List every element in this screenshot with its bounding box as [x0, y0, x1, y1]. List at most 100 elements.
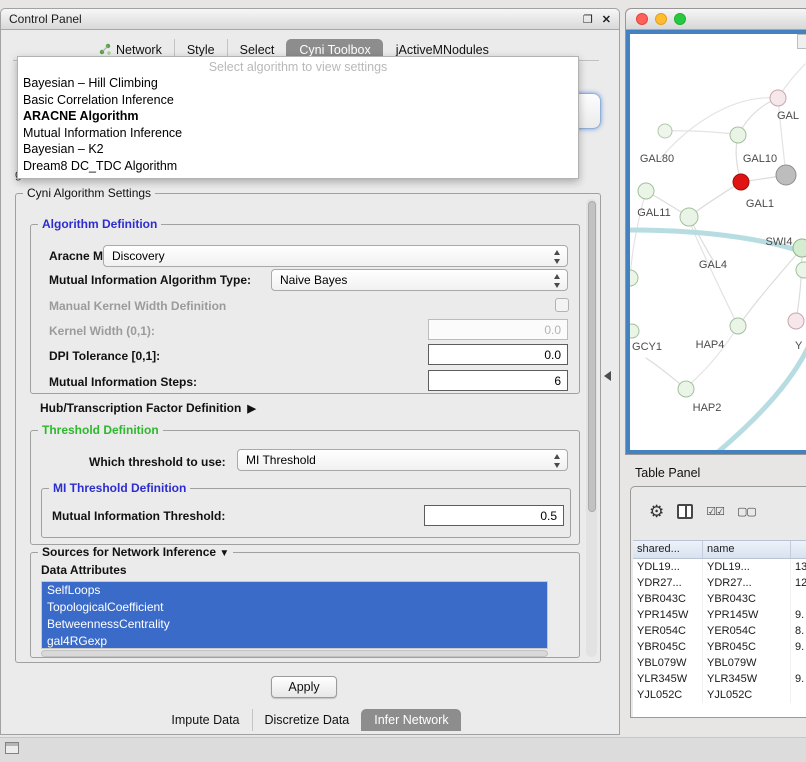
data-attributes-list[interactable]: SelfLoopsTopologicalCoefficientBetweenne…: [41, 581, 548, 649]
network-node[interactable]: [796, 262, 806, 278]
select-checked-icon[interactable]: ☑☑: [706, 505, 724, 518]
which-threshold-value: MI Threshold: [246, 453, 316, 467]
zoom-traffic-light-icon[interactable]: [674, 13, 686, 25]
network-node[interactable]: [730, 127, 746, 143]
network-edge: [740, 248, 802, 324]
algorithm-option[interactable]: Basic Correlation Inference: [18, 92, 578, 109]
table-row[interactable]: YPR145WYPR145W9.: [633, 607, 806, 623]
which-threshold-label: Which threshold to use:: [89, 455, 226, 469]
network-node[interactable]: [770, 90, 786, 106]
attribute-item[interactable]: TopologicalCoefficient: [42, 599, 547, 616]
settings-scrollbar[interactable]: [586, 199, 597, 657]
network-node[interactable]: [733, 174, 749, 190]
mi-steps-field[interactable]: 6: [428, 370, 568, 391]
table-cell: 9.: [791, 639, 806, 655]
network-node[interactable]: [630, 270, 638, 286]
column-header[interactable]: [791, 541, 806, 558]
network-view-window: GALGAL80GAL10GAL11GAL1SWI4GAL4GCY1HAP4YH…: [625, 8, 806, 455]
attribute-item[interactable]: gal4RGexp: [42, 633, 547, 649]
algorithm-option[interactable]: Mutual Information Inference: [18, 125, 578, 142]
algorithm-option[interactable]: Bayesian – Hill Climbing: [18, 75, 578, 92]
table-row[interactable]: YLR345WYLR345W9.: [633, 671, 806, 687]
table-cell: YDL19...: [703, 559, 791, 575]
table-cell: YBL079W: [703, 655, 791, 671]
algorithm-definition-group: Algorithm Definition Aracne Mode: Discov…: [30, 224, 580, 394]
table-cell: YPR145W: [703, 607, 791, 623]
network-node[interactable]: [678, 381, 694, 397]
tab-discretize-data[interactable]: Discretize Data: [252, 709, 362, 731]
control-panel-window: Control Panel ❐ ✕ NetworkStyleSelectCyni…: [0, 8, 620, 735]
network-canvas[interactable]: GALGAL80GAL10GAL11GAL1SWI4GAL4GCY1HAP4YH…: [630, 34, 806, 450]
maximize-icon[interactable]: ❐: [583, 13, 593, 26]
mi-threshold-field[interactable]: 0.5: [424, 505, 564, 526]
mi-algorithm-type-combo[interactable]: Naive Bayes: [271, 269, 568, 291]
node-table: shared...name YDL19...YDL19...13YDR27...…: [633, 540, 806, 717]
algorithm-option[interactable]: ARACNE Algorithm: [18, 108, 578, 125]
split-collapse-arrow-icon[interactable]: [604, 371, 611, 381]
table-cell: 13: [791, 559, 806, 575]
table-cell: YDR27...: [703, 575, 791, 591]
manual-kernel-width-checkbox[interactable]: [555, 298, 569, 312]
close-icon[interactable]: ✕: [602, 13, 611, 26]
apply-button[interactable]: Apply: [271, 676, 337, 698]
network-node[interactable]: [793, 239, 806, 257]
kernel-width-field[interactable]: 0.0: [428, 319, 568, 340]
dpi-tolerance-field[interactable]: 0.0: [428, 344, 568, 365]
node-label: HAP4: [696, 339, 725, 351]
combo-arrows-icon: [552, 249, 563, 265]
minimize-traffic-light-icon[interactable]: [655, 13, 667, 25]
table-row[interactable]: YBR045CYBR045C9.: [633, 639, 806, 655]
table-cell: YDR27...: [633, 575, 703, 591]
mi-threshold-label: Mutual Information Threshold:: [52, 509, 225, 523]
network-node[interactable]: [788, 313, 804, 329]
table-cell: YER054C: [703, 623, 791, 639]
table-row[interactable]: YBR043CYBR043C: [633, 591, 806, 607]
tab-infer-network[interactable]: Infer Network: [361, 709, 460, 731]
manual-kernel-width-label: Manual Kernel Width Definition: [49, 299, 226, 313]
which-threshold-combo[interactable]: MI Threshold: [237, 449, 568, 471]
tab-impute-data[interactable]: Impute Data: [159, 709, 251, 731]
table-row[interactable]: YER054CYER054C8.: [633, 623, 806, 639]
network-node[interactable]: [776, 165, 796, 185]
control-panel-titlebar[interactable]: Control Panel ❐ ✕: [1, 9, 619, 30]
tab-label: Select: [240, 43, 275, 57]
attributes-horizontal-scrollbar[interactable]: [41, 650, 548, 657]
column-header[interactable]: name: [703, 541, 791, 558]
network-node[interactable]: [638, 183, 654, 199]
network-edge: [665, 131, 735, 134]
node-label: Y: [795, 340, 803, 352]
algorithm-option[interactable]: Bayesian – K2: [18, 141, 578, 158]
attributes-vertical-scrollbar[interactable]: [550, 581, 560, 649]
hub-tf-definition-toggle[interactable]: Hub/Transcription Factor Definition▶: [40, 401, 256, 415]
threshold-definition-group: Threshold Definition Which threshold to …: [30, 430, 580, 545]
minimized-panel-icon[interactable]: [5, 742, 19, 754]
network-node[interactable]: [630, 324, 639, 338]
network-scrollbar-stub[interactable]: [797, 34, 806, 49]
algorithm-option[interactable]: Dream8 DC_TDC Algorithm: [18, 158, 578, 175]
network-node[interactable]: [658, 124, 672, 138]
attribute-item[interactable]: BetweennessCentrality: [42, 616, 547, 633]
aracne-mode-combo[interactable]: Discovery: [103, 245, 568, 267]
table-row[interactable]: YJL052CYJL052C: [633, 687, 806, 703]
column-header[interactable]: shared...: [633, 541, 703, 558]
network-node[interactable]: [730, 318, 746, 334]
combo-arrows-icon: [552, 273, 563, 289]
settings-scrollbar-thumb[interactable]: [588, 201, 596, 512]
network-node[interactable]: [680, 208, 698, 226]
network-window-titlebar[interactable]: [626, 9, 806, 30]
sources-group-title[interactable]: Sources for Network Inference ▼: [38, 545, 233, 559]
table-row[interactable]: YDL19...YDL19...13: [633, 559, 806, 575]
table-columns-icon[interactable]: [677, 504, 693, 519]
select-unchecked-icon[interactable]: ▢▢: [737, 505, 756, 518]
table-row[interactable]: YBL079WYBL079W: [633, 655, 806, 671]
table-cell: YBL079W: [633, 655, 703, 671]
close-traffic-light-icon[interactable]: [636, 13, 648, 25]
bottom-tab-area: Impute DataDiscretize DataInfer Network: [1, 709, 619, 731]
table-cell: YBR043C: [703, 591, 791, 607]
settings-group-title: Cyni Algorithm Settings: [23, 186, 155, 200]
gear-icon[interactable]: ⚙: [649, 503, 664, 520]
mi-threshold-definition-group: MI Threshold Definition Mutual Informati…: [41, 488, 571, 538]
attribute-item[interactable]: SelfLoops: [42, 582, 547, 599]
mi-threshold-value: 0.5: [540, 509, 557, 523]
table-row[interactable]: YDR27...YDR27...12: [633, 575, 806, 591]
